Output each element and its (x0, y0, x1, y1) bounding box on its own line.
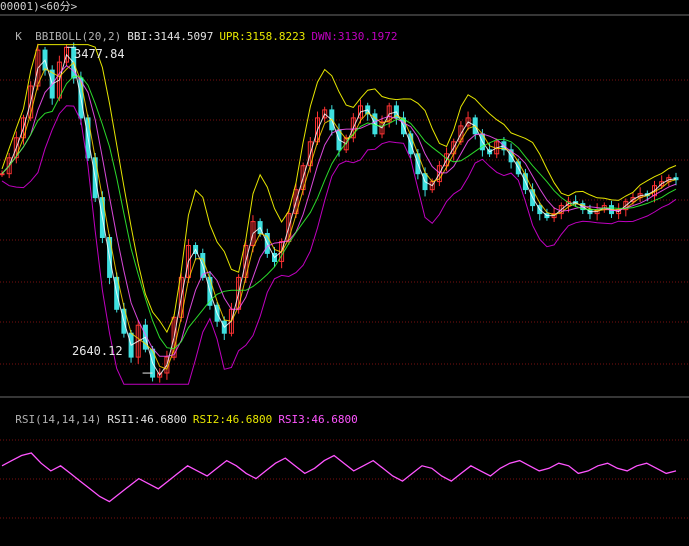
chart-canvas[interactable] (0, 0, 689, 546)
max-price-annotation: 3477.84 (74, 47, 125, 61)
min-price-annotation: 2640.12 (72, 344, 123, 358)
boll-upper-band (1, 44, 677, 334)
rsi-line (1, 452, 677, 503)
candle-body (0, 173, 5, 176)
